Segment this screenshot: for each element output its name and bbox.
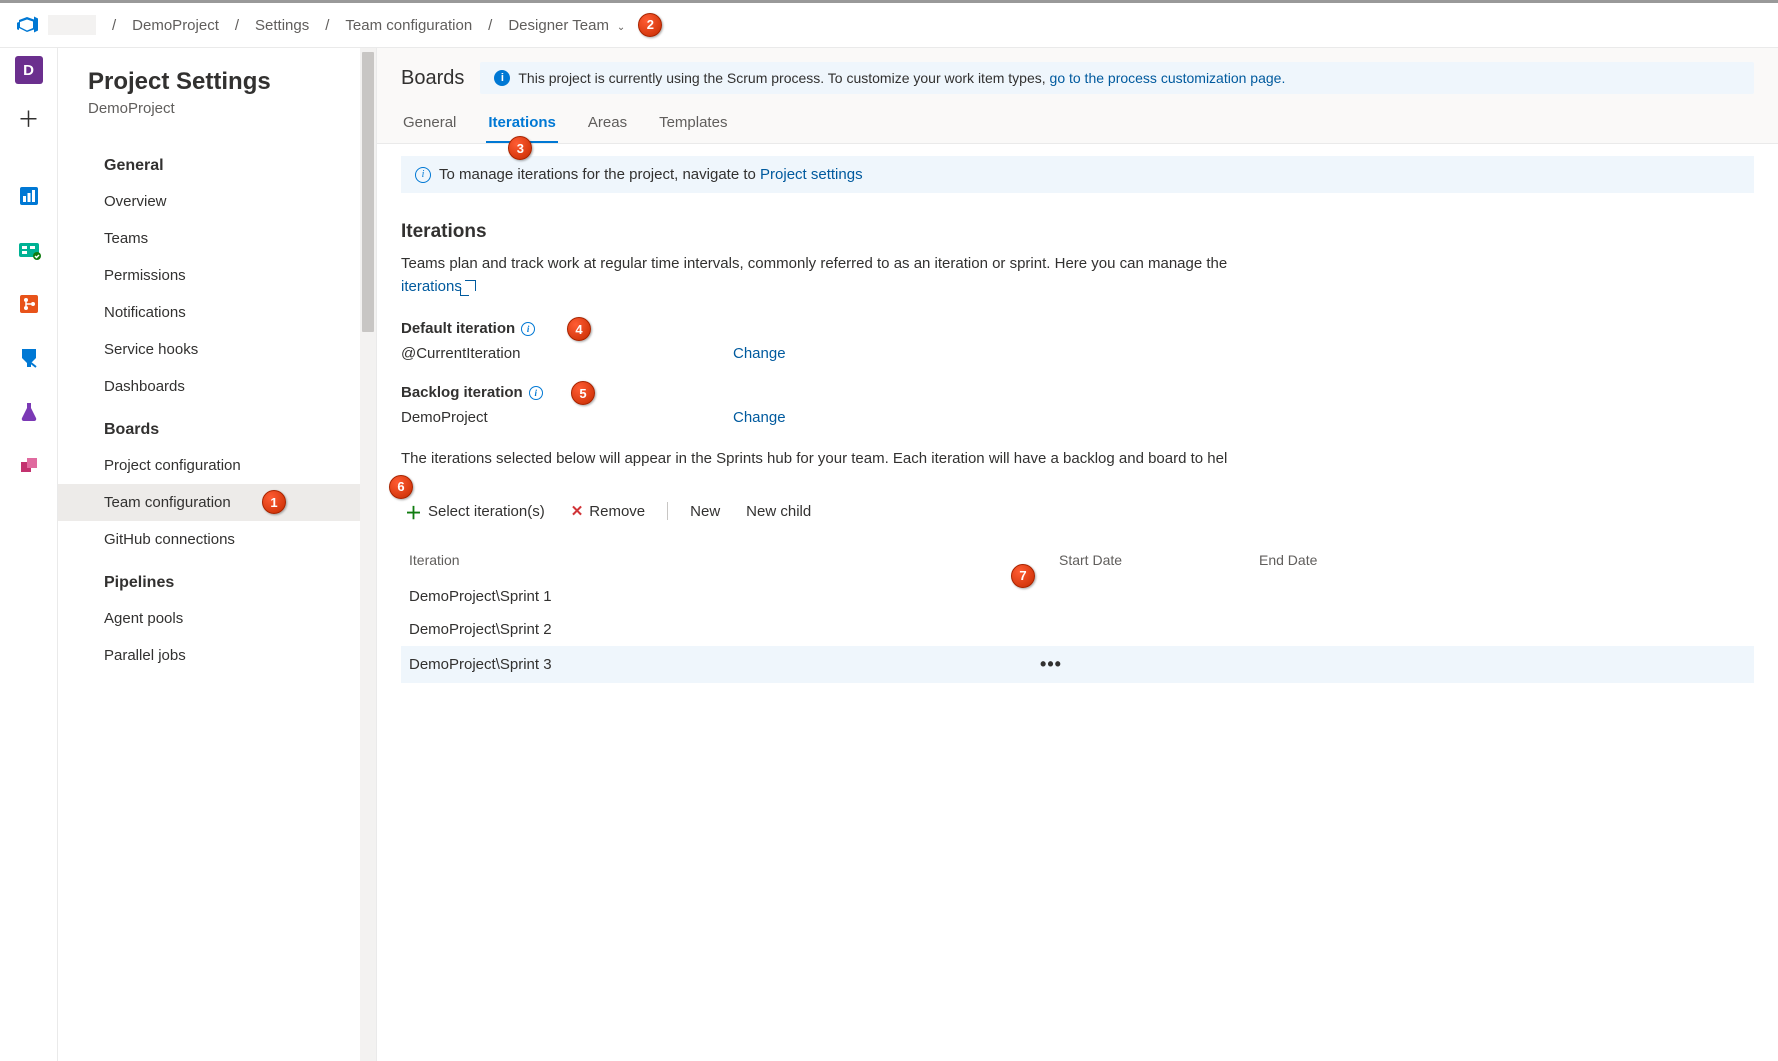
nav-artifacts[interactable] [9, 446, 49, 486]
nav-boards[interactable] [9, 230, 49, 270]
table-row[interactable]: DemoProject\Sprint 2 [401, 613, 1754, 646]
table-header: Iteration Start Date End Date 7 [401, 540, 1754, 580]
breadcrumb-team[interactable]: Designer Team [508, 17, 609, 34]
nav-repos[interactable] [9, 284, 49, 324]
col-iteration[interactable]: Iteration [409, 552, 1059, 568]
manage-msg-text: To manage iterations for the project, na… [439, 166, 760, 183]
nav-testplans[interactable] [9, 392, 49, 432]
iterations-link[interactable]: iterations [401, 278, 476, 295]
info-icon: i [494, 70, 510, 86]
nav-team-config-label: Team configuration [104, 494, 231, 511]
cell-iteration: DemoProject\Sprint 3 [409, 656, 1029, 673]
nav-paralleljobs[interactable]: Parallel jobs [88, 637, 376, 674]
nav-pipelines[interactable] [9, 338, 49, 378]
table-row[interactable]: DemoProject\Sprint 3 ••• [401, 646, 1754, 683]
nav-permissions[interactable]: Permissions [88, 257, 376, 294]
default-iter-change[interactable]: Change [733, 345, 786, 362]
breadcrumb-separator: / [488, 17, 492, 34]
plus-icon: ＋ [17, 102, 39, 134]
tab-general[interactable]: General [401, 106, 458, 143]
default-iter-heading: Default iteration i 4 [401, 320, 1754, 337]
tab-iterations-label: Iterations [488, 114, 556, 131]
breadcrumb-separator: / [325, 17, 329, 34]
breadcrumb-settings[interactable]: Settings [255, 17, 309, 34]
sidebar-scrollbar[interactable] [360, 48, 376, 1061]
callout-badge-6: 6 [389, 475, 413, 499]
tab-iterations[interactable]: Iterations 3 [486, 106, 558, 143]
row-actions-icon[interactable]: ••• [1040, 654, 1062, 675]
process-banner: i This project is currently using the Sc… [480, 62, 1754, 94]
nav-group-general: General [88, 149, 376, 183]
banner-link[interactable]: go to the process customization page. [1050, 70, 1286, 86]
nav-agentpools[interactable]: Agent pools [88, 600, 376, 637]
add-button[interactable]: ＋ [9, 98, 49, 138]
breadcrumb-team-wrap: Designer Team ⌄ 2 [508, 17, 625, 34]
nav-teams[interactable]: Teams [88, 220, 376, 257]
banner-text: This project is currently using the Scru… [518, 70, 1049, 86]
callout-badge-1: 1 [262, 490, 286, 514]
col-end-date[interactable]: End Date [1259, 552, 1746, 568]
backlog-iter-change[interactable]: Change [733, 409, 786, 426]
iterations-desc: Teams plan and track work at regular tim… [401, 253, 1754, 298]
settings-sidebar: Project Settings DemoProject General Ove… [58, 48, 376, 1061]
tabs: General Iterations 3 Areas Templates [401, 106, 1754, 143]
breadcrumb-bar: / DemoProject / Settings / Team configur… [0, 0, 1778, 48]
info-outline-icon[interactable]: i [521, 322, 535, 336]
nav-group-pipelines: Pipelines [88, 566, 376, 600]
backlog-iter-value: DemoProject [401, 409, 733, 426]
nav-project-config[interactable]: Project configuration [88, 447, 376, 484]
select-iteration-button[interactable]: ＋ Select iteration(s) [401, 497, 549, 526]
tab-areas[interactable]: Areas [586, 106, 629, 143]
manage-msg-link[interactable]: Project settings [760, 166, 863, 183]
tab-templates[interactable]: Templates [657, 106, 729, 143]
info-outline-icon[interactable]: i [529, 386, 543, 400]
scrollbar-thumb[interactable] [362, 52, 374, 332]
nav-overview[interactable]: Overview [88, 183, 376, 220]
nav-github[interactable]: GitHub connections [88, 521, 376, 558]
nav-group-boards: Boards [88, 413, 376, 447]
cell-iteration: DemoProject\Sprint 1 [409, 588, 1029, 605]
external-link-icon [465, 280, 476, 291]
table-row[interactable]: DemoProject\Sprint 1 [401, 580, 1754, 613]
default-iter-value: @CurrentIteration [401, 345, 733, 362]
iter-toolbar: 6 ＋ Select iteration(s) ✕ Remove New New… [401, 489, 1754, 534]
callout-badge-2: 2 [638, 13, 662, 37]
plus-icon: ＋ [405, 499, 422, 524]
x-icon: ✕ [571, 502, 584, 520]
nav-overview[interactable] [9, 176, 49, 216]
backlog-iter-heading: Backlog iteration i 5 [401, 384, 1754, 401]
new-child-button[interactable]: New child [742, 501, 815, 522]
nav-notifications[interactable]: Notifications [88, 294, 376, 331]
boards-heading: Boards [401, 67, 464, 90]
sprints-desc: The iterations selected below will appea… [401, 448, 1754, 471]
callout-badge-4: 4 [567, 317, 591, 341]
callout-badge-5: 5 [571, 381, 595, 405]
nav-team-config[interactable]: Team configuration 1 [58, 484, 376, 521]
chevron-down-icon[interactable]: ⌄ [617, 22, 625, 33]
breadcrumb-separator: / [112, 17, 116, 34]
remove-button[interactable]: ✕ Remove [567, 500, 649, 522]
settings-subtitle: DemoProject [88, 100, 376, 117]
col-start-date[interactable]: Start Date [1059, 552, 1259, 568]
callout-badge-7: 7 [1011, 564, 1035, 588]
breadcrumb-teamcfg[interactable]: Team configuration [345, 17, 472, 34]
breadcrumb-separator: / [235, 17, 239, 34]
nav-dashboards[interactable]: Dashboards [88, 368, 376, 405]
breadcrumb-project[interactable]: DemoProject [132, 17, 219, 34]
new-button[interactable]: New [686, 501, 724, 522]
nav-servicehooks[interactable]: Service hooks [88, 331, 376, 368]
breadcrumb-org-placeholder[interactable] [48, 15, 96, 35]
azure-devops-logo-icon[interactable] [16, 13, 40, 37]
iterations-heading: Iterations [401, 221, 1754, 243]
info-outline-icon: i [415, 167, 431, 183]
left-iconbar: D ＋ [0, 48, 58, 1061]
project-avatar[interactable]: D [15, 56, 43, 84]
cell-iteration: DemoProject\Sprint 2 [409, 621, 1029, 638]
main-content: Boards i This project is currently using… [376, 48, 1778, 1061]
toolbar-separator [667, 502, 668, 520]
iterations-table: Iteration Start Date End Date 7 DemoProj… [401, 540, 1754, 683]
settings-title: Project Settings [88, 68, 376, 96]
manage-iter-msg: i To manage iterations for the project, … [401, 156, 1754, 193]
